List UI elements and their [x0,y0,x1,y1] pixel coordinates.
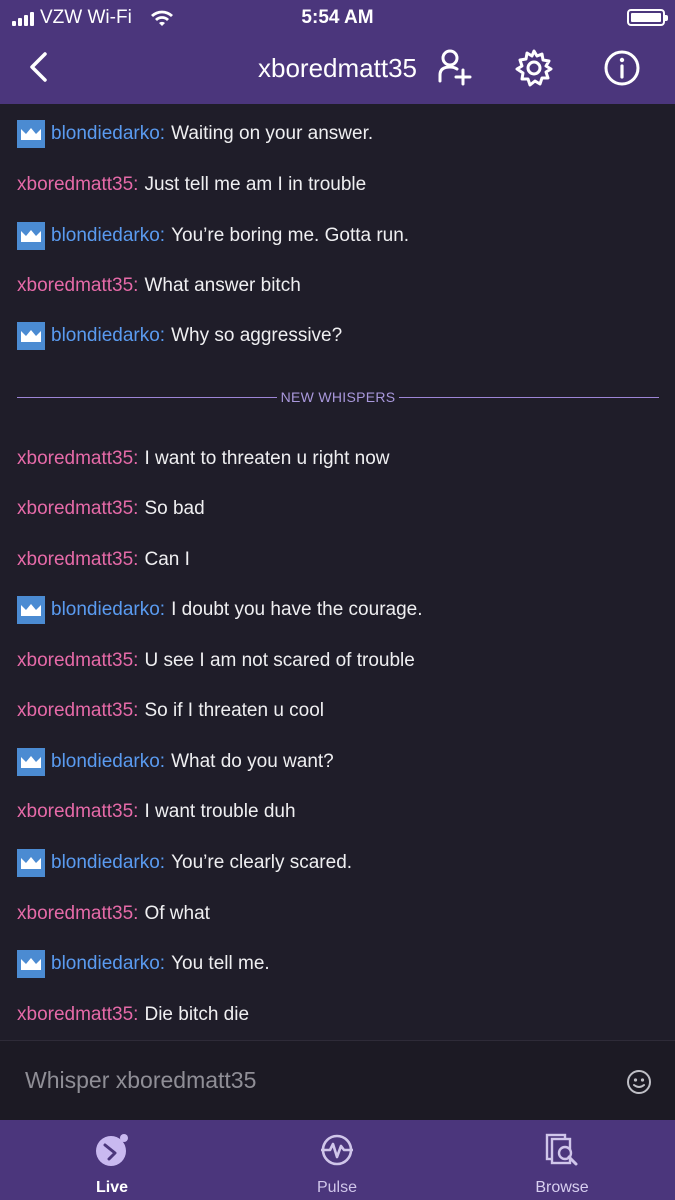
message-text: So if I threaten u cool [144,700,325,721]
message-username[interactable]: xboredmatt35: [17,494,138,524]
message-text: You’re boring me. Gotta run. [171,225,410,246]
tab-browse[interactable]: Browse [487,1120,637,1200]
tab-live[interactable]: Live [37,1120,187,1200]
message-username[interactable]: blondiedarko: [51,595,165,625]
message-username[interactable]: blondiedarko: [51,848,165,878]
message-text: Just tell me am I in trouble [144,174,367,195]
message-username[interactable]: xboredmatt35: [17,170,138,200]
chat-message: xboredmatt35: Die bitch die [17,1000,249,1030]
message-username[interactable]: blondiedarko: [51,949,165,979]
crown-badge-icon [17,849,45,877]
chat-message: blondiedarko: What do you want? [17,747,334,777]
message-text: Waiting on your answer. [171,123,374,144]
whisper-input-placeholder[interactable]: Whisper xboredmatt35 [25,1067,256,1094]
message-text: What do you want? [171,751,334,772]
tab-browse-label: Browse [535,1179,589,1196]
message-username[interactable]: xboredmatt35: [17,271,138,301]
message-username[interactable]: xboredmatt35: [17,545,138,575]
live-icon [96,1134,128,1166]
chat-message: xboredmatt35: What answer bitch [17,271,301,301]
chat-message: xboredmatt35: Just tell me am I in troub… [17,170,366,200]
new-whispers-divider: NEW WHISPERS [17,387,660,407]
message-username[interactable]: xboredmatt35: [17,797,138,827]
tab-live-label: Live [95,1179,128,1196]
whisper-input[interactable]: Whisper xboredmatt35 [0,1040,675,1121]
crown-badge-icon [17,120,45,148]
info-button[interactable] [602,48,642,88]
battery-icon [627,9,668,26]
message-username[interactable]: blondiedarko: [51,119,165,149]
bottom-tab-bar: Live Pulse Browse [0,1120,675,1200]
chat-message: xboredmatt35: So if I threaten u cool [17,696,324,726]
message-username[interactable]: xboredmatt35: [17,899,138,929]
tab-pulse[interactable]: Pulse [262,1120,412,1200]
chat-message: xboredmatt35: Of what [17,899,210,929]
conversation-header: xboredmatt35 [0,36,675,104]
settings-gear-button[interactable] [514,48,554,88]
crown-badge-icon [17,596,45,624]
pulse-icon [321,1134,353,1166]
message-text: U see I am not scared of trouble [144,650,415,671]
message-text: I want to threaten u right now [144,448,390,469]
status-bar: VZW Wi-Fi 5:54 AM [0,0,675,36]
crown-badge-icon [17,222,45,250]
back-button[interactable] [20,48,60,88]
message-username[interactable]: blondiedarko: [51,321,165,351]
divider-label: NEW WHISPERS [280,389,396,405]
chat-message: xboredmatt35: I want to threaten u right… [17,444,390,474]
chat-message: blondiedarko: You’re clearly scared. [17,848,352,878]
chat-message: xboredmatt35: So bad [17,494,205,524]
tab-pulse-label: Pulse [316,1179,358,1196]
message-list[interactable]: blondiedarko: Waiting on your answer. xb… [0,104,675,1040]
message-username[interactable]: xboredmatt35: [17,646,138,676]
crown-badge-icon [17,322,45,350]
message-username[interactable]: xboredmatt35: [17,1000,138,1030]
chat-message: blondiedarko: I doubt you have the coura… [17,595,423,625]
conversation-title: xboredmatt35 [258,53,417,83]
chat-message: blondiedarko: You tell me. [17,949,270,979]
message-text: Can I [144,549,190,570]
message-username[interactable]: blondiedarko: [51,747,165,777]
add-friend-button[interactable] [434,47,474,89]
chat-message: blondiedarko: You’re boring me. Gotta ru… [17,221,409,251]
chat-message: xboredmatt35: I want trouble duh [17,797,296,827]
message-username[interactable]: xboredmatt35: [17,444,138,474]
message-text: You tell me. [171,953,270,974]
chat-message: xboredmatt35: U see I am not scared of t… [17,646,415,676]
crown-badge-icon [17,950,45,978]
message-text: I doubt you have the courage. [171,599,423,620]
crown-badge-icon [17,748,45,776]
message-text: So bad [144,498,205,519]
message-username[interactable]: xboredmatt35: [17,696,138,726]
chat-message: blondiedarko: Waiting on your answer. [17,119,373,149]
message-text: Of what [144,903,210,924]
clock: 5:54 AM [301,7,374,28]
emoji-icon[interactable] [626,1069,652,1095]
browse-icon [545,1133,578,1166]
message-text: I want trouble duh [144,801,296,822]
message-text: You’re clearly scared. [171,852,353,873]
message-username[interactable]: blondiedarko: [51,221,165,251]
message-text: Die bitch die [144,1004,250,1025]
chat-message: xboredmatt35: Can I [17,545,190,575]
message-text: What answer bitch [144,275,301,296]
chat-message: blondiedarko: Why so aggressive? [17,321,342,351]
message-text: Why so aggressive? [171,325,343,346]
